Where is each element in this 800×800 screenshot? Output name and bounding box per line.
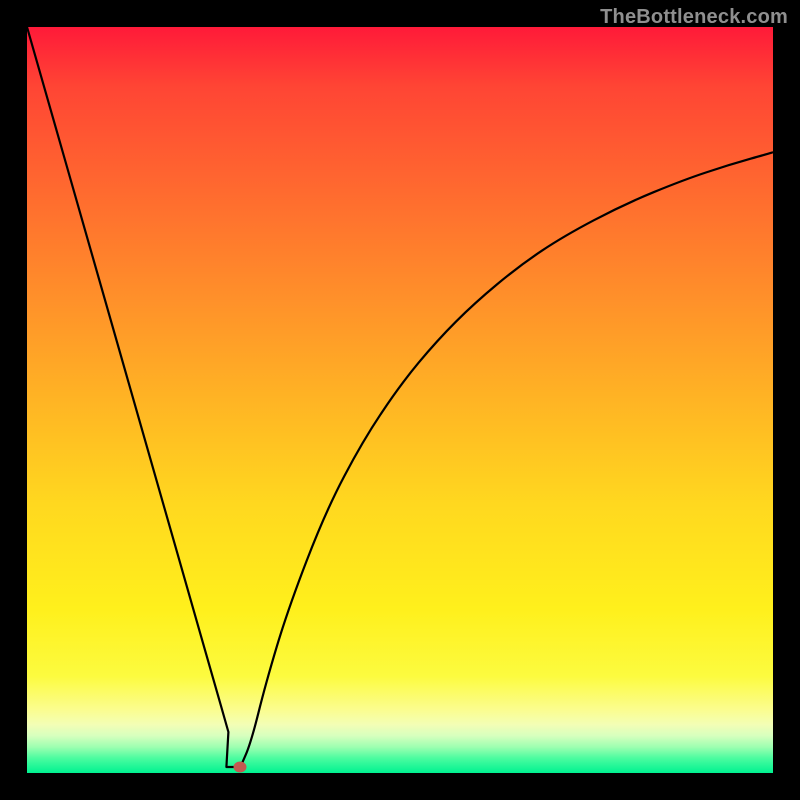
chart-frame: TheBottleneck.com — [0, 0, 800, 800]
watermark-text: TheBottleneck.com — [600, 6, 788, 29]
curve-svg — [27, 27, 773, 773]
trough-marker — [234, 762, 247, 773]
plot-area — [27, 27, 773, 773]
bottleneck-curve — [27, 27, 773, 767]
